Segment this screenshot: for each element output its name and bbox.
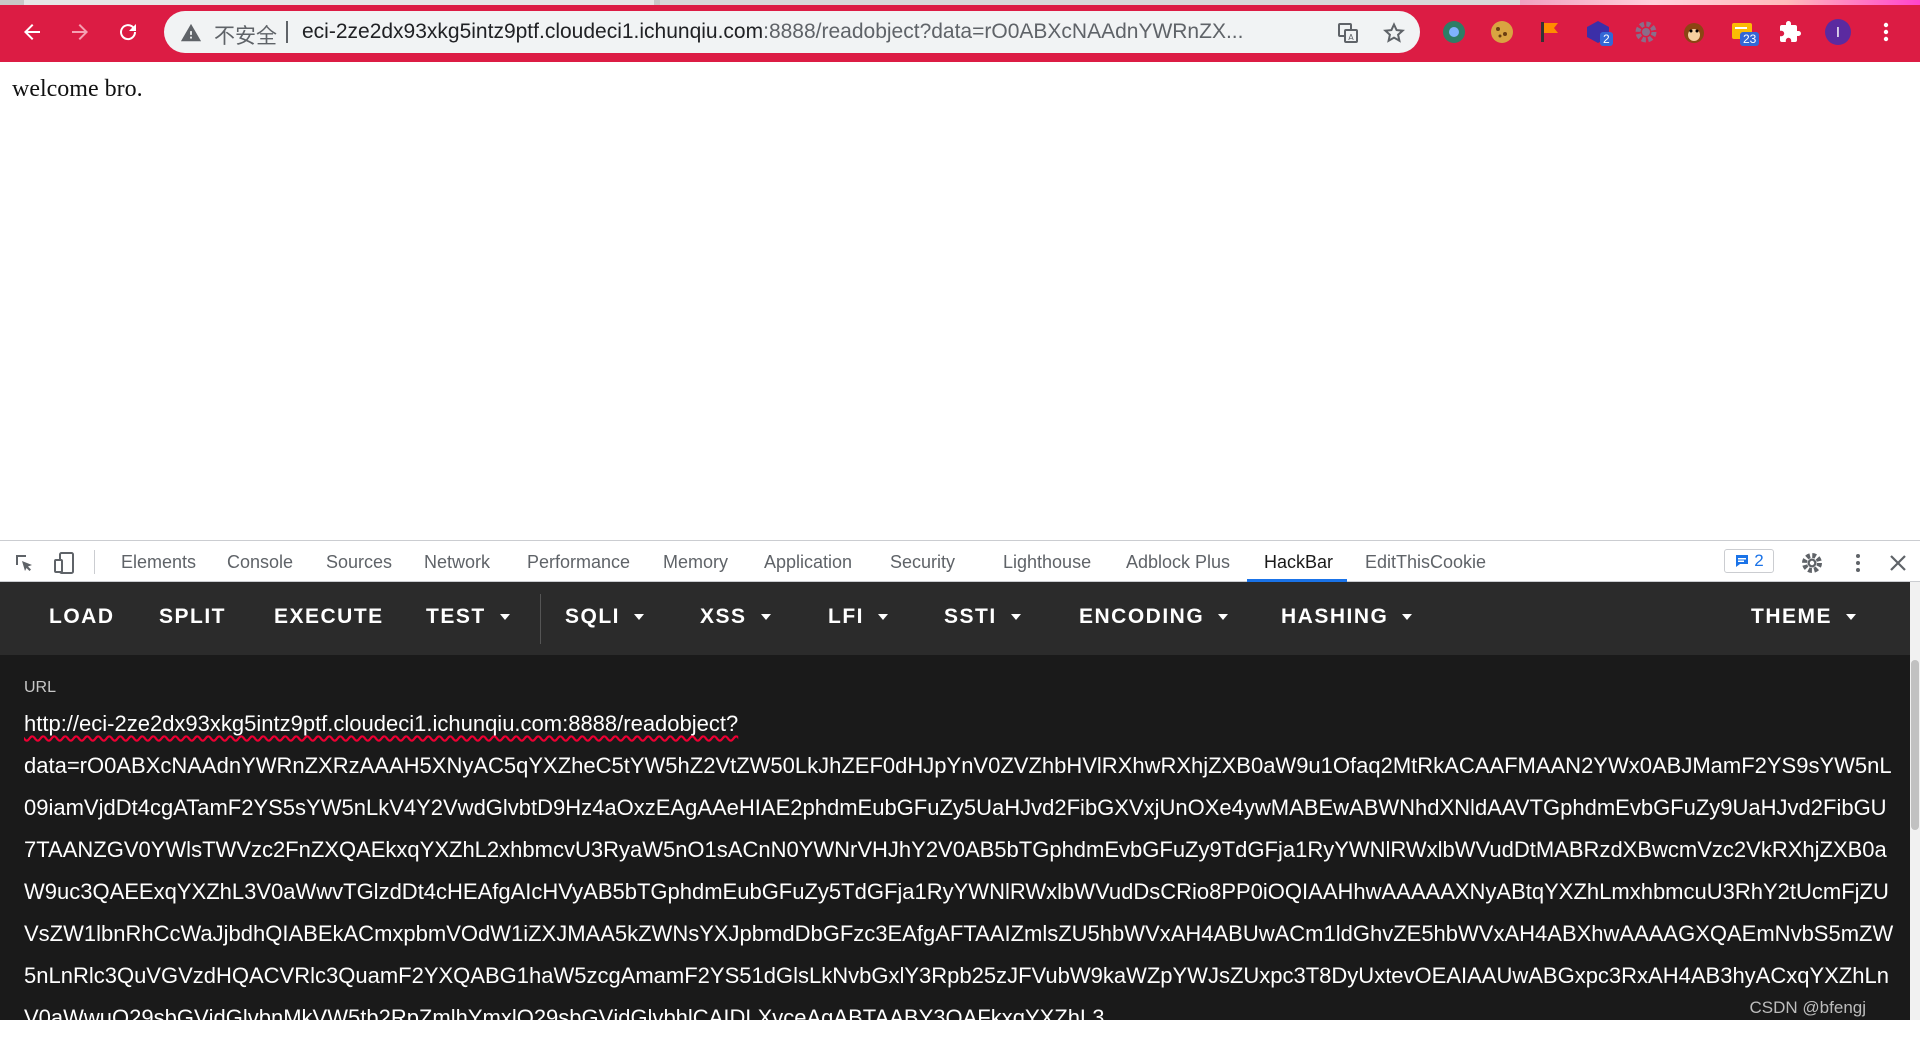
scrollbar-thumb[interactable] xyxy=(1911,660,1919,830)
encoding-label: ENCODING xyxy=(1079,605,1205,628)
issues-count: 2 xyxy=(1754,551,1764,570)
address-bar[interactable]: 不安全 eci-2ze2dx93xkg5intz9ptf.cloudeci1.i… xyxy=(164,11,1420,53)
arrow-left-icon xyxy=(24,24,40,40)
theme-menu[interactable]: THEME xyxy=(1751,605,1856,629)
caret-down-icon xyxy=(1218,614,1229,621)
tab-editthiscookie[interactable]: EditThisCookie xyxy=(1365,552,1486,573)
chrome-ext-icon[interactable] xyxy=(1440,18,1468,46)
devtools-panel: Elements Console Sources Network Perform… xyxy=(0,540,1920,1030)
divider xyxy=(540,594,541,644)
url-label: URL xyxy=(24,679,57,696)
tab-sources[interactable]: Sources xyxy=(326,552,392,573)
tab-security[interactable]: Security xyxy=(890,552,955,573)
load-label: LOAD xyxy=(49,605,115,628)
divider xyxy=(94,550,95,574)
tab-memory[interactable]: Memory xyxy=(663,552,728,573)
url-textarea[interactable]: http://eci-2ze2dx93xkg5intz9ptf.cloudeci… xyxy=(24,703,1894,1039)
device-toolbar-icon[interactable] xyxy=(52,551,76,575)
caret-down-icon xyxy=(1846,614,1856,621)
load-button[interactable]: LOAD xyxy=(49,605,115,629)
caret-down-icon xyxy=(878,614,888,621)
reload-icon xyxy=(120,24,137,41)
caret-down-icon xyxy=(499,614,510,621)
gear-icon[interactable] xyxy=(1800,551,1824,575)
xss-menu[interactable]: XSS xyxy=(700,605,771,629)
theme-banner xyxy=(1520,0,1920,5)
more-options-icon[interactable] xyxy=(1846,551,1870,575)
gear-ext-icon[interactable] xyxy=(1632,18,1660,46)
page-content: welcome bro. xyxy=(0,62,1920,540)
ssti-label: SSTI xyxy=(944,605,997,628)
hashing-label: HASHING xyxy=(1281,605,1389,628)
ssti-menu[interactable]: SSTI xyxy=(944,605,1021,629)
tab-strip xyxy=(0,0,1920,5)
hackbar-menu: LOAD SPLIT EXECUTE TEST SQLI XSS LFI SST… xyxy=(0,582,1910,655)
more-menu-icon[interactable] xyxy=(1872,18,1900,46)
execute-button[interactable]: EXECUTE xyxy=(274,605,384,629)
tab-lighthouse[interactable]: Lighthouse xyxy=(1003,552,1091,573)
cookie-icon[interactable] xyxy=(1488,18,1516,46)
tab-elements[interactable]: Elements xyxy=(121,552,196,573)
cube-ext-icon[interactable]: 2 xyxy=(1584,18,1613,46)
lfi-label: LFI xyxy=(828,605,864,628)
message-icon xyxy=(1736,555,1749,567)
tab-console[interactable]: Console xyxy=(227,552,293,573)
watermark: CSDN @bfengj xyxy=(1749,998,1866,1017)
badge: 23 xyxy=(1740,32,1760,46)
tab-performance[interactable]: Performance xyxy=(527,552,630,573)
star-icon[interactable] xyxy=(1382,21,1406,45)
lfi-menu[interactable]: LFI xyxy=(828,605,888,629)
caret-down-icon xyxy=(634,614,645,621)
warning-icon[interactable] xyxy=(180,22,202,44)
split-button[interactable]: SPLIT xyxy=(159,605,226,629)
tab-current[interactable] xyxy=(24,0,654,5)
sqli-menu[interactable]: SQLI xyxy=(565,605,645,629)
caret-down-icon xyxy=(1010,614,1021,621)
avatar[interactable]: I xyxy=(1824,18,1852,46)
avatar-initial: I xyxy=(1835,23,1841,41)
insecure-label[interactable]: 不安全 xyxy=(214,20,277,50)
flag-ext-icon[interactable] xyxy=(1536,18,1564,46)
puzzle-icon[interactable] xyxy=(1776,18,1804,46)
issues-counter[interactable]: 2 xyxy=(1724,549,1774,573)
forward-button[interactable] xyxy=(64,16,96,48)
svg-text:A: A xyxy=(1348,33,1354,42)
execute-label: EXECUTE xyxy=(274,605,384,628)
welcome-text: welcome bro. xyxy=(12,76,143,102)
tab-network[interactable]: Network xyxy=(424,552,490,573)
tab-hackbar[interactable]: HackBar xyxy=(1264,552,1333,573)
caret-down-icon xyxy=(1402,614,1413,621)
url-host: eci-2ze2dx93xkg5intz9ptf.cloudeci1.ichun… xyxy=(302,20,764,43)
back-button[interactable] xyxy=(16,16,48,48)
xss-label: XSS xyxy=(700,605,747,628)
tab-adblock-plus[interactable]: Adblock Plus xyxy=(1126,552,1230,573)
browser-toolbar: 不安全 eci-2ze2dx93xkg5intz9ptf.cloudeci1.i… xyxy=(0,0,1920,62)
inspect-element-icon[interactable] xyxy=(12,551,36,575)
hackbar-body: URL http://eci-2ze2dx93xkg5intz9ptf.clou… xyxy=(0,655,1910,1030)
close-icon[interactable] xyxy=(1886,551,1910,575)
url-path: :8888/readobject?data=rO0ABXcNAAdnYWRnZX… xyxy=(763,20,1244,43)
url-text[interactable]: eci-2ze2dx93xkg5intz9ptf.cloudeci1.ichun… xyxy=(302,20,1302,44)
theme-label: THEME xyxy=(1751,605,1832,628)
test-menu[interactable]: TEST xyxy=(426,605,510,629)
url-line: http://eci-2ze2dx93xkg5intz9ptf.cloudeci… xyxy=(24,711,739,736)
hashing-menu[interactable]: HASHING xyxy=(1281,605,1413,629)
note-ext-icon[interactable]: 23 xyxy=(1728,18,1760,46)
devtools-tabbar: Elements Console Sources Network Perform… xyxy=(0,540,1920,582)
test-label: TEST xyxy=(426,605,486,628)
split-label: SPLIT xyxy=(159,605,227,628)
encoding-menu[interactable]: ENCODING xyxy=(1079,605,1229,629)
monkey-icon[interactable] xyxy=(1680,18,1708,46)
tab-other[interactable] xyxy=(660,0,1560,5)
url-data-param: data=rO0ABXcNAAdnYWRnZXRzAAAH5XNyAC5qYXZ… xyxy=(24,753,1894,1030)
tab-application[interactable]: Application xyxy=(764,552,852,573)
translate-icon[interactable]: A xyxy=(1336,21,1360,45)
divider xyxy=(286,21,288,43)
reload-button[interactable] xyxy=(112,16,144,48)
arrow-right-icon xyxy=(72,24,88,40)
sqli-label: SQLI xyxy=(565,605,621,628)
caret-down-icon xyxy=(760,614,771,621)
badge: 2 xyxy=(1600,32,1613,46)
